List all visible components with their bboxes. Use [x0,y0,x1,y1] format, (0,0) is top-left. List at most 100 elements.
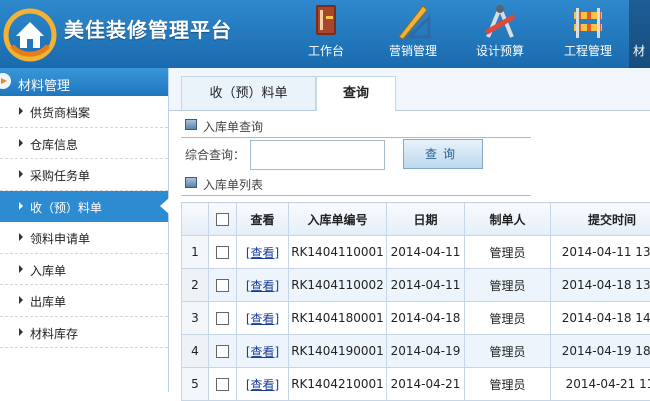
row-number: 4 [182,335,209,368]
row-select-cell[interactable] [209,302,237,335]
view-cell: [查看] [237,269,289,302]
sidebar-item-warehouse[interactable]: 仓库信息 [0,128,168,160]
row-checkbox[interactable] [216,312,229,325]
nav-materials-partial[interactable]: 材 [629,0,650,68]
maker-cell: 管理员 [465,335,551,368]
tab-bar: 收（预）料单 查询 [169,68,650,111]
arrow-right-icon [19,170,23,178]
column-header-code[interactable]: 入库单编号 [289,203,387,236]
stock-in-table: 查看 入库单编号 日期 制单人 提交时间 1 [查看] RK1404110001… [181,202,650,401]
submitted-cell: 2014-04-21 11: [551,368,650,401]
query-button[interactable]: 查询 [403,139,483,169]
row-select-cell[interactable] [209,269,237,302]
nav-label: 工作台 [300,42,352,59]
row-select-cell[interactable] [209,335,237,368]
view-link[interactable]: [查看] [246,345,279,359]
code-cell: RK1404110002 [289,269,387,302]
book-icon [306,4,346,40]
nav-design-budget[interactable]: 设计预算 [466,0,534,68]
nav-workbench[interactable]: 工作台 [300,0,352,68]
column-header-view: 查看 [237,203,289,236]
arrow-right-icon [19,202,23,210]
sidebar-item-purchase-tasks[interactable]: 采购任务单 [0,159,168,191]
row-number: 5 [182,368,209,401]
row-number: 1 [182,236,209,269]
row-checkbox[interactable] [216,345,229,358]
column-header-maker[interactable]: 制单人 [465,203,551,236]
view-link[interactable]: [查看] [246,312,279,326]
view-link[interactable]: [查看] [246,279,279,293]
main-content: 收（预）料单 查询 入库单查询 综合查询： 查询 入库单列表 查看 入库单编号 … [169,68,650,392]
submitted-cell: 2014-04-19 18:1 [551,335,650,368]
maker-cell: 管理员 [465,269,551,302]
row-number: 3 [182,302,209,335]
date-cell: 2014-04-19 [387,335,465,368]
nav-label: 工程管理 [553,42,623,59]
submitted-cell: 2014-04-11 13:3 [551,236,650,269]
window-icon [185,119,197,130]
list-section-header: 入库单列表 [181,173,531,196]
top-header: 美佳装修管理平台 工作台 营销管理 设计预算 [0,0,650,68]
sidebar-item-label: 领料申请单 [30,230,90,247]
table-header-row: 查看 入库单编号 日期 制单人 提交时间 [182,203,650,236]
date-cell: 2014-04-18 [387,302,465,335]
code-cell: RK1404180001 [289,302,387,335]
sidebar-item-label: 仓库信息 [30,136,78,153]
construction-barrier-icon [568,4,608,40]
view-cell: [查看] [237,335,289,368]
row-checkbox[interactable] [216,378,229,391]
table-row: 2 [查看] RK1404110002 2014-04-11 管理员 2014-… [182,269,650,302]
sidebar-item-requisitions[interactable]: 领料申请单 [0,222,168,254]
ruler-icon [393,4,433,40]
arrow-right-icon [19,139,23,147]
row-select-cell[interactable] [209,368,237,401]
tab-receipts[interactable]: 收（预）料单 [181,76,316,110]
maker-cell: 管理员 [465,236,551,269]
sidebar-item-stock-out[interactable]: 出库单 [0,285,168,317]
sidebar-item-label: 出库单 [30,293,66,310]
nav-engineering[interactable]: 工程管理 [553,0,623,68]
submitted-cell: 2014-04-18 14:4 [551,302,650,335]
arrow-right-icon [19,107,23,115]
nav-label: 营销管理 [380,42,446,59]
column-header-index [182,203,209,236]
column-header-select[interactable] [209,203,237,236]
date-cell: 2014-04-11 [387,236,465,269]
arrow-right-icon [19,265,23,273]
maker-cell: 管理员 [465,302,551,335]
sidebar-item-label: 入库单 [30,262,66,279]
column-header-submitted[interactable]: 提交时间 [551,203,650,236]
select-all-checkbox[interactable] [216,213,229,226]
view-cell: [查看] [237,236,289,269]
row-checkbox[interactable] [216,246,229,259]
column-header-date[interactable]: 日期 [387,203,465,236]
sidebar-header[interactable]: 材料管理 [0,68,168,96]
sidebar-header-label: 材料管理 [18,75,70,94]
arrow-right-icon [19,233,23,241]
sidebar-item-label: 收（预）料单 [30,199,102,216]
sidebar-item-receipts[interactable]: 收（预）料单 [0,191,168,223]
table-row: 3 [查看] RK1404180001 2014-04-18 管理员 2014-… [182,302,650,335]
sidebar-item-label: 材料库存 [30,325,78,342]
query-field-label: 综合查询： [185,146,245,163]
view-link[interactable]: [查看] [246,378,279,392]
nav-marketing[interactable]: 营销管理 [380,0,446,68]
tab-query[interactable]: 查询 [316,76,396,111]
row-select-cell[interactable] [209,236,237,269]
sidebar-item-stock-in[interactable]: 入库单 [0,254,168,286]
table-row: 1 [查看] RK1404110001 2014-04-11 管理员 2014-… [182,236,650,269]
sidebar-item-suppliers[interactable]: 供货商档案 [0,96,168,128]
window-icon [185,177,197,188]
date-cell: 2014-04-11 [387,269,465,302]
view-link[interactable]: [查看] [246,246,279,260]
search-input[interactable] [250,140,385,170]
collapse-arrow-icon [0,73,11,89]
code-cell: RK1404110001 [289,236,387,269]
section-title: 入库单列表 [203,176,263,193]
view-cell: [查看] [237,302,289,335]
code-cell: RK1404190001 [289,335,387,368]
sidebar-item-inventory[interactable]: 材料库存 [0,317,168,349]
row-checkbox[interactable] [216,279,229,292]
table-row: 4 [查看] RK1404190001 2014-04-19 管理员 2014-… [182,335,650,368]
sidebar: 材料管理 供货商档案 仓库信息 采购任务单 收（预）料单 领料申请单 入库单 出… [0,68,169,392]
